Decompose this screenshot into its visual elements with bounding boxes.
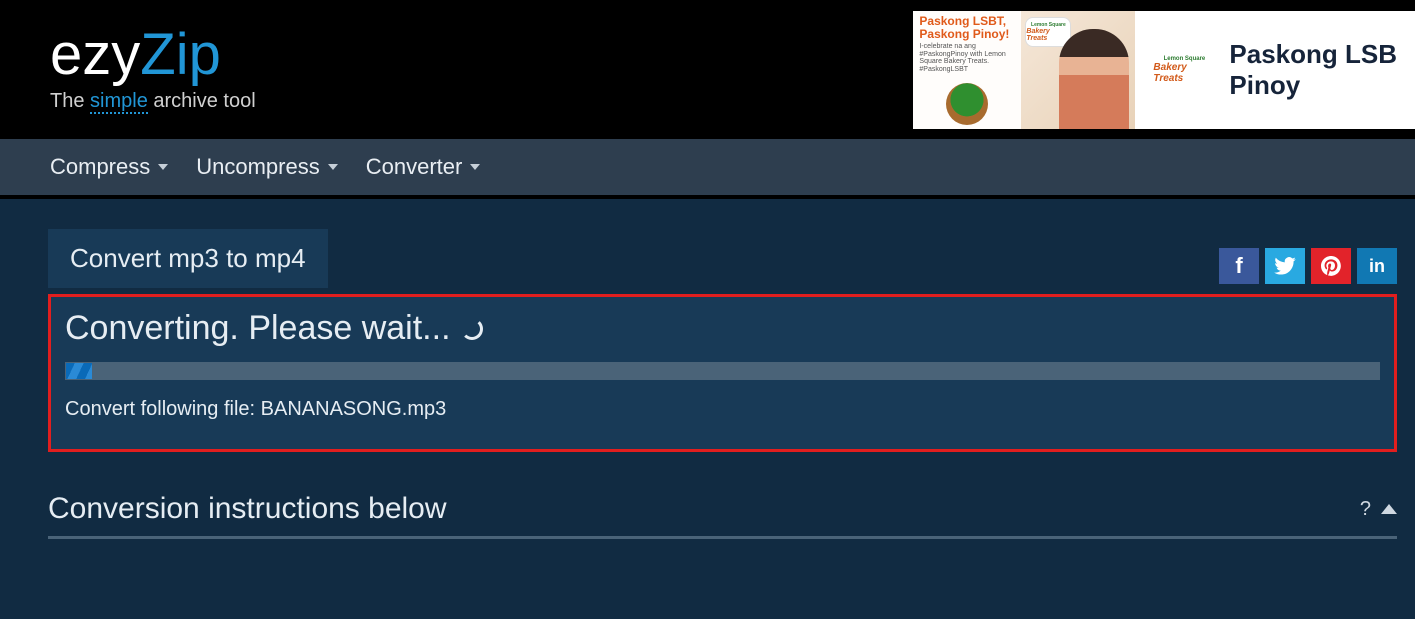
nav-uncompress[interactable]: Uncompress	[196, 154, 337, 180]
conversion-file-name: BANANASONG.mp3	[261, 398, 447, 420]
ad-right-line2: Pinoy	[1229, 70, 1397, 101]
instructions-title: Conversion instructions below	[48, 492, 447, 526]
spinner-icon	[461, 318, 483, 340]
ad-middle-panel: Lemon Square Bakery Treats	[1021, 11, 1135, 129]
ad-person-image	[1059, 29, 1129, 129]
twitter-button[interactable]	[1265, 248, 1305, 284]
progress-fill	[66, 363, 92, 379]
conversion-status-text: Converting. Please wait...	[65, 309, 451, 348]
ad-badge: Lemon Square Bakery Treats	[1025, 17, 1071, 47]
tagline-emphasis: simple	[90, 90, 148, 114]
logo: ezyZip	[50, 26, 256, 84]
tagline-post: archive tool	[148, 90, 256, 112]
ad-left-title: Paskong LSBT, Paskong Pinoy!	[919, 15, 1015, 41]
header: ezyZip The simple archive tool Paskong L…	[0, 0, 1415, 139]
conversion-panel: Converting. Please wait... Convert follo…	[48, 294, 1397, 452]
nav-uncompress-label: Uncompress	[196, 154, 319, 180]
chevron-down-icon	[158, 164, 168, 170]
instructions-toggle[interactable]: ?	[1360, 498, 1397, 521]
chevron-down-icon	[470, 164, 480, 170]
ad-right-text: Paskong LSB Pinoy	[1229, 39, 1397, 101]
ad-cake-icon	[946, 83, 988, 125]
help-icon: ?	[1360, 498, 1371, 521]
conversion-file-prefix: Convert following file:	[65, 398, 261, 420]
ad-banner[interactable]: Paskong LSBT, Paskong Pinoy! I-celebrate…	[913, 11, 1415, 129]
pinterest-button[interactable]	[1311, 248, 1351, 284]
content-area: Convert mp3 to mp4 f in Converting. Plea…	[0, 199, 1415, 539]
nav-compress[interactable]: Compress	[50, 154, 168, 180]
nav-converter-label: Converter	[366, 154, 463, 180]
ad-right-logo-bottom: Bakery Treats	[1153, 62, 1215, 84]
linkedin-icon: in	[1369, 256, 1385, 277]
logo-block[interactable]: ezyZip The simple archive tool	[50, 26, 256, 113]
conversion-status-title: Converting. Please wait...	[65, 309, 1380, 348]
facebook-icon: f	[1235, 253, 1242, 279]
nav-converter[interactable]: Converter	[366, 154, 481, 180]
nav-compress-label: Compress	[50, 154, 150, 180]
ad-left-subtext: I-celebrate na ang #PaskongPinoy with Le…	[919, 43, 1015, 74]
conversion-file-line: Convert following file: BANANASONG.mp3	[65, 398, 1380, 421]
chevron-up-icon	[1381, 504, 1397, 514]
ad-left-panel: Paskong LSBT, Paskong Pinoy! I-celebrate…	[913, 11, 1021, 129]
linkedin-button[interactable]: in	[1357, 248, 1397, 284]
logo-part-zip: Zip	[140, 22, 221, 87]
tagline-pre: The	[50, 90, 90, 112]
ad-right-logo: Lemon Square Bakery Treats	[1153, 48, 1215, 92]
active-tab[interactable]: Convert mp3 to mp4	[48, 229, 328, 288]
navbar: Compress Uncompress Converter	[0, 139, 1415, 199]
facebook-button[interactable]: f	[1219, 248, 1259, 284]
ad-right-line1: Paskong LSB	[1229, 39, 1397, 70]
ad-badge-bottom: Bakery Treats	[1026, 28, 1070, 42]
instructions-header[interactable]: Conversion instructions below ?	[48, 492, 1397, 539]
social-buttons: f in	[1219, 248, 1397, 284]
tagline: The simple archive tool	[50, 90, 256, 113]
active-tab-label: Convert mp3 to mp4	[70, 243, 306, 273]
pinterest-icon	[1321, 256, 1341, 276]
content-top-row: Convert mp3 to mp4 f in	[48, 229, 1397, 288]
logo-part-ezy: ezy	[50, 22, 140, 87]
progress-bar	[65, 362, 1380, 380]
chevron-down-icon	[328, 164, 338, 170]
twitter-icon	[1274, 257, 1296, 275]
ad-right-panel: Lemon Square Bakery Treats Paskong LSB P…	[1135, 11, 1415, 129]
